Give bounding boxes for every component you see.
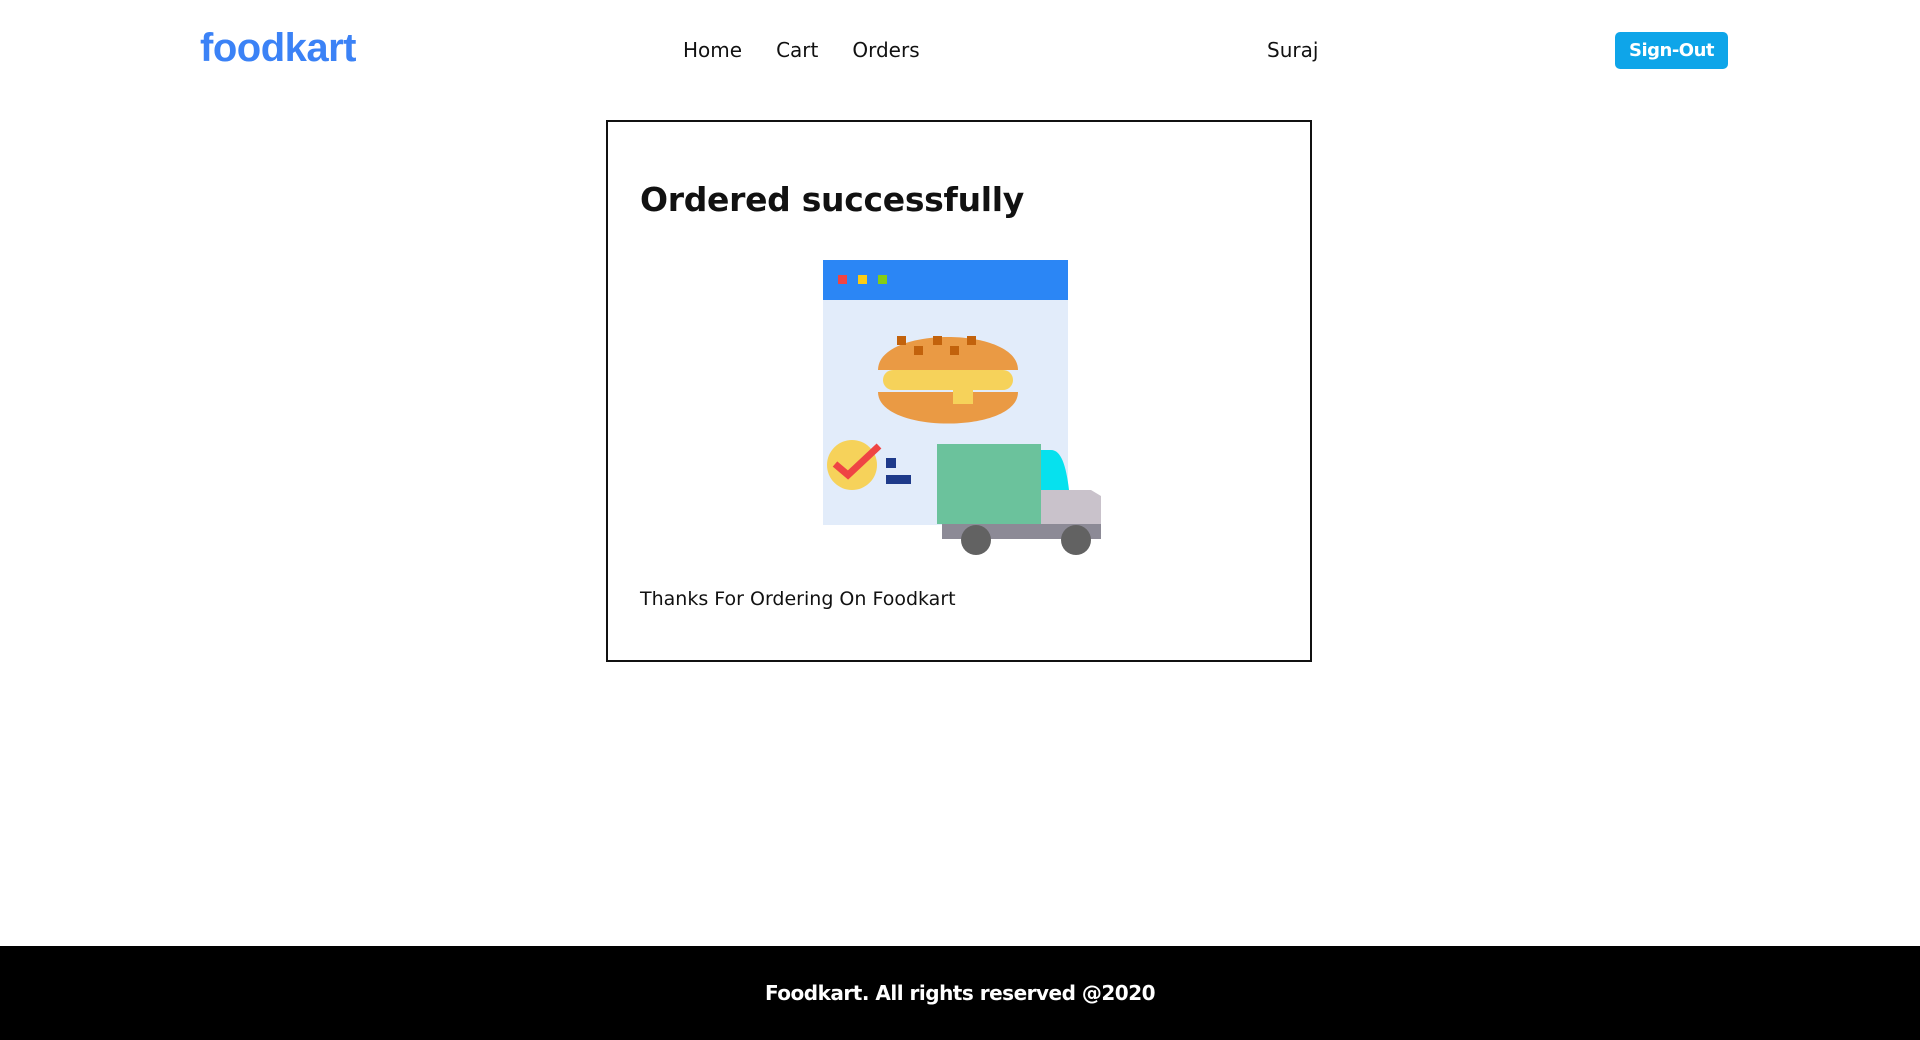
burger-seed [950,346,959,355]
top-navbar: foodkart Home Cart Orders Suraj Sign-Out [0,0,1920,100]
footer: Foodkart. All rights reserved @2020 [0,946,1920,1040]
burger-cheese-overlay [953,392,973,404]
main-nav: Home Cart Orders [683,38,920,62]
status-line-short [886,458,896,468]
burger-seed [914,346,923,355]
food-delivery-truck-illustration [823,260,1101,555]
browser-dot-red [838,275,847,284]
truck-rear-wheel [961,525,991,555]
nav-link-orders[interactable]: Orders [852,38,919,62]
burger-seed [967,336,976,345]
truck-front-wheel [1061,525,1091,555]
nav-link-cart[interactable]: Cart [776,38,818,62]
page: foodkart Home Cart Orders Suraj Sign-Out… [0,0,1920,1040]
burger-seed [897,336,906,345]
order-success-card: Ordered successfully Thanks For Ordering… [606,120,1312,662]
burger-seed [933,336,942,345]
burger-cheese [883,370,1013,390]
nav-link-home[interactable]: Home [683,38,742,62]
foodkart-logo[interactable]: foodkart [200,26,357,71]
browser-dot-yellow [858,275,867,284]
sign-out-button[interactable]: Sign-Out [1615,32,1728,69]
truck-cargo-box [937,444,1041,524]
thanks-message: Thanks For Ordering On Foodkart [640,588,956,610]
order-success-title: Ordered successfully [640,180,1025,219]
footer-copyright: Foodkart. All rights reserved @2020 [764,981,1156,1005]
username-label: Suraj [1267,38,1319,62]
status-line-long [886,475,911,484]
browser-dot-green [878,275,887,284]
